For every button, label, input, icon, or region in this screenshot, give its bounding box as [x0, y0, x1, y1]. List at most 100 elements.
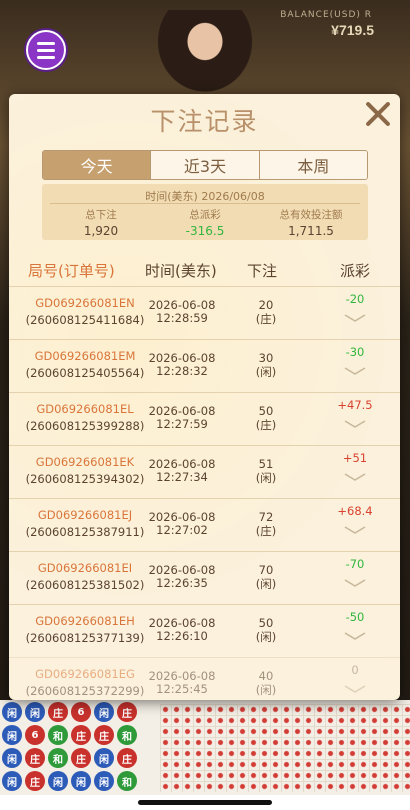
summary-panel: 时间(美东) 2026/06/08 总下注 1,920 总派彩 -316.5 总…	[42, 184, 368, 240]
bet-time: 12:28:59	[156, 311, 208, 325]
payout-value: -50	[345, 610, 365, 624]
bet-amount: 51	[258, 457, 274, 471]
bead: 庄	[71, 725, 91, 745]
chevron-down-icon[interactable]	[343, 525, 367, 535]
bet-amount: 70	[258, 563, 274, 577]
bet-side: (闲)	[255, 365, 277, 379]
table-row[interactable]: GD069266081EM (260608125405564) 2026-06-08…	[9, 339, 400, 392]
table-row[interactable]: GD069266081EI (260608125381502) 2026-06-08…	[9, 551, 400, 604]
bet-side: (闲)	[255, 683, 277, 697]
bet-date: 2026-06-08	[148, 616, 216, 630]
payout-value: +47.5	[337, 398, 373, 412]
modal-title: 下注记录	[150, 107, 259, 136]
bead: 闲	[2, 725, 22, 745]
order-number: (260608125394302)	[25, 472, 145, 486]
chevron-down-icon[interactable]	[343, 472, 367, 482]
payout-value: +51	[342, 451, 368, 465]
table-row[interactable]: GD069266081EK (260608125394302) 2026-06-08…	[9, 445, 400, 498]
bet-record-modal: 下注记录 今天 近3天 本周 时间(美东) 2026/06/08 总下注 1,9…	[9, 94, 400, 700]
bet-date: 2026-06-08	[148, 298, 216, 312]
bet-time: 12:25:45	[156, 682, 208, 696]
tab-this-week[interactable]: 本周	[259, 151, 367, 179]
bead: 和	[117, 771, 137, 791]
chevron-down-icon[interactable]	[343, 419, 367, 429]
bead: 闲	[94, 748, 114, 768]
order-id: GD069266081EJ	[37, 508, 133, 522]
bead: 和	[48, 725, 68, 745]
column-header-time: 时间(美东)	[145, 262, 217, 280]
bead: 闲	[2, 748, 22, 768]
bead: 庄	[48, 702, 68, 722]
payout-value: 0	[351, 663, 359, 677]
bead: 闲	[2, 702, 22, 722]
chevron-down-icon[interactable]	[343, 578, 367, 588]
order-number: (260608125399288)	[25, 419, 145, 433]
order-id: GD069266081EL	[36, 402, 134, 416]
table-row[interactable]: GD069266081EH (260608125377139) 2026-06-08…	[9, 604, 400, 657]
payout-value: -30	[345, 345, 365, 359]
bet-amount: 30	[258, 351, 274, 365]
total-bet-value: 1,920	[83, 224, 119, 238]
hamburger-icon-bar	[37, 48, 55, 52]
chevron-down-icon[interactable]	[343, 366, 367, 376]
table-row[interactable]: GD069266081EN (260608125411684) 2026-06-08…	[9, 286, 400, 339]
bet-time: 12:26:35	[156, 576, 208, 590]
table-row[interactable]: GD069266081EG (260608125372299) 2026-06-08…	[9, 657, 400, 700]
balance-label: BALANCE(USD) R	[280, 10, 372, 20]
bet-time: 12:27:59	[156, 417, 208, 431]
bet-amount: 50	[258, 404, 274, 418]
bead: 6	[25, 725, 45, 745]
dealer-video	[150, 10, 260, 100]
tab-today[interactable]: 今天	[43, 151, 152, 179]
date-range-tabs: 今天 近3天 本周	[42, 150, 368, 180]
total-payout-value: -316.5	[185, 224, 225, 238]
chevron-down-icon[interactable]	[343, 631, 367, 641]
tab-last-3-days[interactable]: 近3天	[151, 151, 260, 179]
bead: 庄	[117, 748, 137, 768]
bet-date: 2026-06-08	[148, 457, 216, 471]
summary-valid-bet: 总有效投注额 1,711.5	[256, 207, 366, 238]
bet-record-list: GD069266081EN (260608125411684) 2026-06-08…	[9, 286, 400, 700]
bet-time: 12:26:10	[156, 629, 208, 643]
bead: 和	[117, 725, 137, 745]
order-id: GD069266081EG	[35, 667, 135, 681]
payout-value: +68.4	[337, 504, 373, 518]
chevron-down-icon[interactable]	[343, 684, 367, 694]
bet-amount: 40	[258, 669, 274, 683]
bet-side: (闲)	[255, 577, 277, 591]
table-row[interactable]: GD069266081EJ (260608125387911) 2026-06-08…	[9, 498, 400, 551]
summary-divider	[50, 203, 360, 204]
bead: 闲	[25, 702, 45, 722]
bet-date: 2026-06-08	[148, 510, 216, 524]
home-indicator[interactable]	[138, 800, 272, 805]
valid-bet-label: 总有效投注额	[279, 209, 343, 221]
bet-time: 12:27:02	[156, 523, 208, 537]
hamburger-icon-bar	[37, 55, 55, 59]
order-id: GD069266081EM	[34, 349, 136, 363]
bet-date: 2026-06-08	[148, 404, 216, 418]
balance-value: ¥719.5	[331, 22, 374, 38]
chevron-down-icon[interactable]	[343, 313, 367, 323]
table-header: 局号(订单号) 时间(美东) 下注 派彩	[9, 254, 400, 284]
menu-button[interactable]	[26, 30, 66, 70]
summary-total-bet: 总下注 1,920	[46, 207, 156, 238]
bet-side: (庄)	[255, 418, 277, 432]
bead: 庄	[25, 771, 45, 791]
close-icon[interactable]	[364, 100, 392, 128]
bet-time: 12:27:34	[156, 470, 208, 484]
payout-value: -20	[345, 292, 365, 306]
summary-total-payout: 总派彩 -316.5	[150, 207, 260, 238]
bead: 庄	[71, 748, 91, 768]
order-number: (260608125387911)	[25, 525, 145, 539]
bet-date: 2026-06-08	[148, 669, 216, 683]
bead: 庄	[117, 702, 137, 722]
column-header-payout: 派彩	[340, 262, 371, 280]
bead: 庄	[94, 725, 114, 745]
summary-date: 时间(美东) 2026/06/08	[145, 190, 265, 203]
order-id: GD069266081EK	[35, 455, 135, 469]
bead: 闲	[2, 771, 22, 791]
payout-value: -70	[345, 557, 365, 571]
bet-side: (闲)	[255, 471, 277, 485]
table-row[interactable]: GD069266081EL (260608125399288) 2026-06-08…	[9, 392, 400, 445]
order-id: GD069266081EI	[37, 561, 133, 575]
